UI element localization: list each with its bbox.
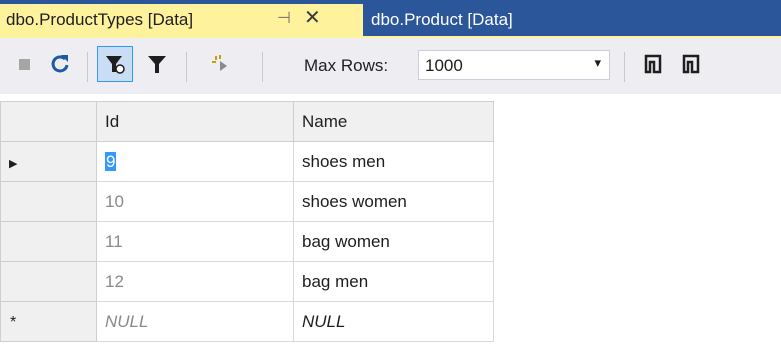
new-row-icon: *: [10, 313, 17, 331]
column-header-id[interactable]: Id: [96, 101, 294, 142]
document-tab-strip: dbo.ProductTypes [Data] ⊣ ✕ dbo.Product …: [0, 0, 781, 36]
data-editor-toolbar: Max Rows: 1000 ▾: [0, 38, 781, 94]
toolbar-separator: [624, 52, 625, 82]
column-header-name[interactable]: Name: [293, 101, 494, 142]
max-rows-select[interactable]: 1000 ▾: [418, 50, 610, 80]
cell-name[interactable]: NULL: [293, 301, 494, 342]
table-row[interactable]: 11 bag women: [0, 221, 494, 262]
cell-id[interactable]: 10: [96, 181, 294, 222]
apply-filter-icon[interactable]: [97, 46, 133, 82]
max-rows-value: 1000: [425, 56, 463, 75]
cell-id[interactable]: 11: [96, 221, 294, 262]
table-row[interactable]: ▶ 9 shoes men: [0, 141, 494, 182]
pin-tab-icon[interactable]: ⊣: [277, 8, 291, 28]
row-header[interactable]: *: [0, 301, 97, 342]
chevron-down-icon[interactable]: ▾: [594, 55, 601, 71]
cell-name[interactable]: shoes men: [293, 141, 494, 182]
script-icon[interactable]: [638, 48, 668, 80]
grid-corner[interactable]: [0, 101, 97, 142]
tab-label: dbo.Product [Data]: [371, 10, 513, 29]
script-file-icon[interactable]: [676, 48, 706, 80]
row-header[interactable]: [0, 181, 97, 222]
row-header[interactable]: [0, 261, 97, 302]
tab-product-data[interactable]: dbo.Product [Data]: [371, 4, 513, 36]
refresh-icon[interactable]: [45, 48, 75, 80]
toolbar-separator: [262, 52, 263, 82]
close-tab-icon[interactable]: ✕: [304, 5, 321, 30]
table-row[interactable]: 12 bag men: [0, 261, 494, 302]
selected-cell-text: 9: [105, 151, 117, 171]
toolbar-separator: [87, 52, 88, 82]
row-header[interactable]: [0, 221, 97, 262]
cell-name[interactable]: shoes women: [293, 181, 494, 222]
cell-id[interactable]: NULL: [96, 301, 294, 342]
cell-name[interactable]: bag men: [293, 261, 494, 302]
run-icon[interactable]: [206, 48, 236, 80]
new-row[interactable]: * NULL NULL: [0, 301, 494, 342]
table-row[interactable]: 10 shoes women: [0, 181, 494, 222]
toolbar-separator: [186, 52, 187, 82]
tab-producttypes-data[interactable]: dbo.ProductTypes [Data] ⊣ ✕: [0, 4, 363, 36]
cell-name[interactable]: bag women: [293, 221, 494, 262]
max-rows-label: Max Rows:: [304, 56, 389, 75]
row-header[interactable]: ▶: [0, 141, 97, 182]
results-grid: Id Name ▶ 9 shoes men 10 shoes women 11 …: [0, 101, 494, 342]
cell-id[interactable]: 12: [96, 261, 294, 302]
grid-header-row: Id Name: [0, 101, 494, 142]
current-row-icon: ▶: [9, 157, 18, 170]
tab-label: dbo.ProductTypes [Data]: [6, 10, 194, 29]
stop-icon[interactable]: [18, 58, 30, 70]
cell-id[interactable]: 9: [96, 141, 294, 182]
filter-icon[interactable]: [142, 48, 172, 80]
